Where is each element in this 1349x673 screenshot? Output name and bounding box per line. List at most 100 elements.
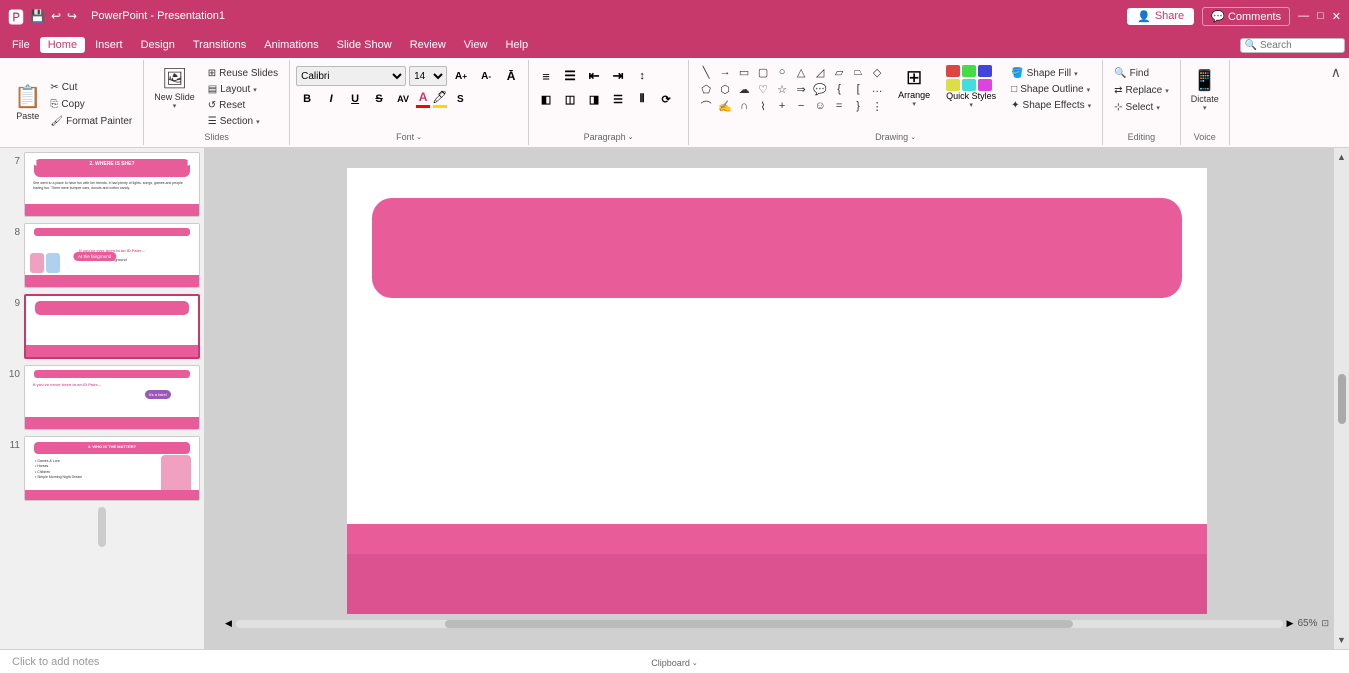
shape-bracket[interactable]: [	[849, 81, 867, 97]
menu-help[interactable]: Help	[497, 37, 536, 53]
shape-right-triangle[interactable]: ◿	[811, 64, 829, 80]
search-input[interactable]	[1260, 40, 1340, 51]
section-button[interactable]: ☰ Section ▾	[203, 114, 283, 129]
paste-button[interactable]: 📋 Paste	[10, 82, 45, 123]
text-direction-button[interactable]: ⟳	[655, 89, 677, 109]
strikethrough-button[interactable]: S	[368, 89, 390, 109]
underline-button[interactable]: U	[344, 89, 366, 109]
shape-extra[interactable]: ⋮	[868, 98, 886, 114]
text-shadow-button[interactable]: S	[449, 89, 471, 109]
shape-hexagon[interactable]: ⬡	[716, 81, 734, 97]
search-box[interactable]: 🔍	[1240, 38, 1345, 53]
shape-fill-arrow[interactable]: ▾	[1074, 70, 1078, 78]
reuse-slides-button[interactable]: ⊞ Reuse Slides	[203, 66, 283, 81]
shape-arrow-line[interactable]: →	[716, 64, 734, 80]
shape-freeform[interactable]: ✍	[716, 98, 734, 114]
shape-outline-button[interactable]: □ Shape Outline ▾	[1006, 82, 1096, 97]
format-painter-button[interactable]: 🖌 Format Painter	[45, 114, 137, 129]
font-color-button[interactable]: A	[416, 90, 430, 108]
quick-styles-button[interactable]: Quick Styles ▾	[940, 62, 1002, 112]
ribbon-collapse-icon[interactable]: ∧	[1331, 64, 1341, 81]
decrease-indent-button[interactable]: ⇤	[583, 66, 605, 86]
new-slide-button[interactable]: 🖼 New Slide ▾	[150, 62, 199, 112]
decrease-font-button[interactable]: A-	[475, 66, 497, 86]
shape-triangle[interactable]: △	[792, 64, 810, 80]
scroll-right-button[interactable]: ▶	[1287, 618, 1294, 629]
undo-icon[interactable]: ↩	[51, 9, 61, 23]
shape-line[interactable]: ╲	[697, 64, 715, 80]
slide-thumb-8[interactable]: 8 If you've ever been to an ID Faire... …	[4, 223, 200, 288]
shape-more[interactable]: …	[868, 81, 886, 97]
shape-cloud[interactable]: ☁	[735, 81, 753, 97]
menu-file[interactable]: File	[4, 37, 38, 53]
slide-bottom-shape[interactable]	[347, 524, 1207, 614]
menu-animations[interactable]: Animations	[256, 37, 326, 53]
shape-minus[interactable]: −	[792, 98, 810, 114]
minimize-icon[interactable]: —	[1298, 10, 1309, 22]
clear-format-button[interactable]: Ā	[500, 66, 522, 86]
quick-styles-arrow[interactable]: ▾	[969, 101, 973, 109]
slide-top-shape[interactable]	[372, 198, 1182, 298]
font-name-select[interactable]: Calibri	[296, 66, 406, 86]
horizontal-scrollbar-track[interactable]	[236, 620, 1283, 628]
scroll-thumb-vertical[interactable]	[1338, 374, 1346, 424]
arrange-arrow[interactable]: ▾	[912, 100, 916, 108]
slide-image-9[interactable]	[24, 294, 200, 359]
select-arrow[interactable]: ▾	[1156, 104, 1160, 112]
bullets-button[interactable]: ≡	[535, 66, 557, 86]
close-icon[interactable]: ✕	[1332, 10, 1341, 23]
arrange-button[interactable]: ⊞ Arrange ▾	[892, 62, 936, 111]
shape-trapezoid[interactable]: ⏢	[849, 64, 867, 80]
section-arrow[interactable]: ▾	[256, 118, 260, 126]
slide-thumb-11[interactable]: 11 4. WHO IS THE MATTER? • Games & Lore•…	[4, 436, 200, 501]
layout-arrow[interactable]: ▾	[253, 86, 257, 94]
menu-design[interactable]: Design	[133, 37, 183, 53]
comments-button[interactable]: 💬 Comments	[1202, 7, 1290, 26]
shape-fill-button[interactable]: 🪣 Shape Fill ▾	[1006, 66, 1096, 81]
vertical-scrollbar[interactable]: ▲ ▼	[1334, 148, 1349, 649]
menu-view[interactable]: View	[456, 37, 496, 53]
increase-font-button[interactable]: A+	[450, 66, 472, 86]
shape-brace[interactable]: {	[830, 81, 848, 97]
menu-transitions[interactable]: Transitions	[185, 37, 254, 53]
scroll-down-button[interactable]: ▼	[1335, 633, 1348, 647]
increase-indent-button[interactable]: ⇥	[607, 66, 629, 86]
shape-heart[interactable]: ♡	[754, 81, 772, 97]
shape-plus[interactable]: +	[773, 98, 791, 114]
menu-home[interactable]: Home	[40, 37, 85, 53]
font-size-select[interactable]: 14	[409, 66, 447, 86]
shape-z[interactable]: ⌇	[754, 98, 772, 114]
quick-save-icon[interactable]: 💾	[30, 9, 45, 23]
horizontal-scrollbar-thumb[interactable]	[445, 620, 1073, 628]
layout-button[interactable]: ▤ Layout ▾	[203, 82, 283, 97]
shape-arrow-right[interactable]: ⇒	[792, 81, 810, 97]
shape-effects-arrow[interactable]: ▾	[1088, 102, 1092, 110]
shape-curve[interactable]: ⌒	[697, 98, 715, 114]
align-right-button[interactable]: ◨	[583, 89, 605, 109]
slide-thumb-10[interactable]: 10 If you've never been to an ID Faire..…	[4, 365, 200, 430]
redo-icon[interactable]: ↪	[67, 9, 77, 23]
replace-button[interactable]: ⇄ Replace ▾	[1109, 83, 1174, 98]
dictate-arrow[interactable]: ▾	[1203, 104, 1207, 112]
copy-button[interactable]: ⎘ Copy	[45, 97, 137, 112]
align-center-button[interactable]: ◫	[559, 89, 581, 109]
shape-smiley[interactable]: ☺	[811, 98, 829, 114]
slide-image-8[interactable]: If you've ever been to an ID Faire... At…	[24, 223, 200, 288]
replace-arrow[interactable]: ▾	[1165, 87, 1169, 95]
columns-button[interactable]: ⫴	[631, 89, 653, 109]
drawing-expand-icon[interactable]: ⌄	[910, 133, 916, 141]
dictate-button[interactable]: 📱 Dictate ▾	[1187, 66, 1223, 114]
slide-image-11[interactable]: 4. WHO IS THE MATTER? • Games & Lore• Ho…	[24, 436, 200, 501]
shape-star[interactable]: ☆	[773, 81, 791, 97]
select-button[interactable]: ⊹ Select ▾	[1109, 100, 1174, 115]
slide-image-10[interactable]: If you've never been to an ID Faire... I…	[24, 365, 200, 430]
scroll-left-button[interactable]: ◀	[225, 618, 232, 629]
shape-callout[interactable]: 💬	[811, 81, 829, 97]
char-spacing-button[interactable]: AV	[392, 89, 414, 109]
maximize-icon[interactable]: □	[1317, 10, 1324, 22]
scroll-up-button[interactable]: ▲	[1335, 150, 1348, 164]
reset-button[interactable]: ↺ Reset	[203, 98, 283, 113]
menu-review[interactable]: Review	[402, 37, 454, 53]
fit-button[interactable]: ⊡	[1321, 618, 1329, 629]
menu-slideshow[interactable]: Slide Show	[329, 37, 400, 53]
